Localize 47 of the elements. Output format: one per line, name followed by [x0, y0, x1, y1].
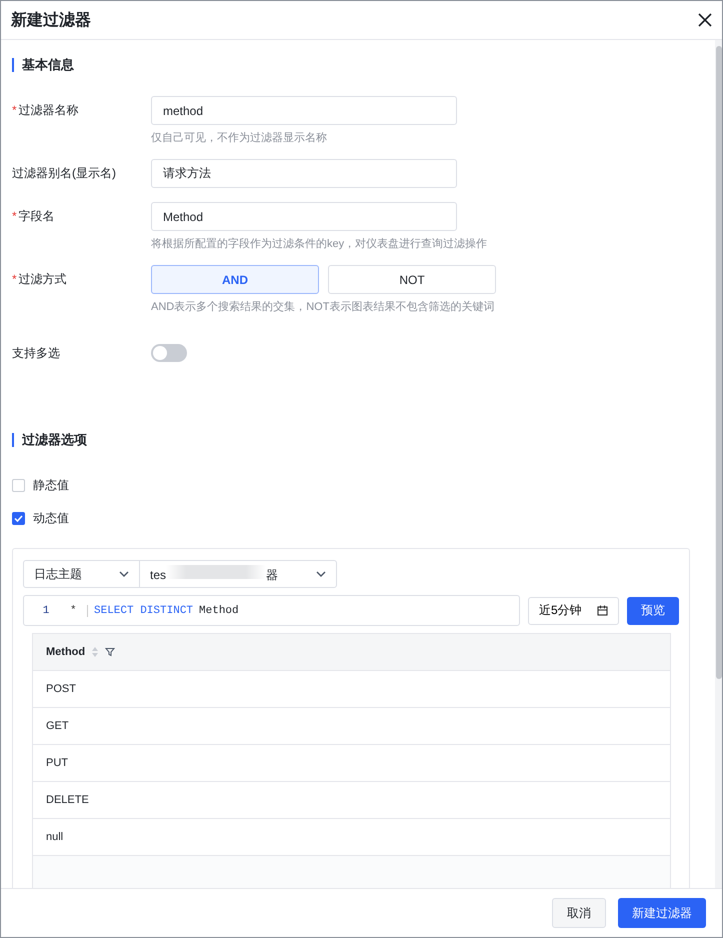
section-title: 过滤器选项: [22, 431, 87, 449]
field-label: 过滤方式: [18, 270, 67, 288]
create-button[interactable]: 新建过滤器: [618, 898, 706, 928]
table-cell: DELETE: [46, 794, 89, 806]
dropdown[interactable]: tes 器: [140, 561, 336, 587]
hint-text: 将根据所配置的字段作为过滤条件的key，对仪表盘进行查询过滤操作: [151, 236, 488, 250]
filter-icon[interactable]: [105, 647, 116, 657]
preview-button[interactable]: 预览: [627, 596, 679, 624]
caret-icon: [119, 571, 129, 577]
line-number: 1: [42, 604, 50, 616]
table-cell: null: [46, 831, 64, 843]
checkbox-label: 静态值: [33, 476, 69, 494]
close-icon[interactable]: [698, 13, 712, 27]
dialog-title: 新建过滤器: [11, 10, 91, 30]
cancel-button[interactable]: 取消: [552, 898, 606, 928]
field-label: 过滤器名称: [18, 102, 79, 118]
text-field[interactable]: method: [151, 96, 457, 125]
toggle-switch[interactable]: [151, 344, 187, 362]
calendar-icon: [597, 605, 608, 616]
prompt-mark: *: [68, 604, 88, 616]
field-label: 字段名: [18, 208, 55, 224]
section-title: 基本信息: [22, 56, 74, 74]
scrollbar[interactable]: [715, 40, 722, 888]
time-range-picker[interactable]: 近5分钟: [528, 596, 619, 624]
dropdown[interactable]: 日志主题: [24, 561, 140, 587]
checkbox-label: 动态值: [33, 510, 69, 526]
text-field[interactable]: 请求方法: [151, 159, 457, 188]
text-field[interactable]: Method: [151, 202, 457, 231]
field-label: 过滤器别名(显示名): [12, 164, 116, 182]
required-mark: *: [12, 272, 17, 286]
option-button[interactable]: NOT: [328, 265, 496, 294]
required-mark: *: [12, 209, 17, 223]
required-mark: *: [12, 103, 17, 117]
hint-text: AND表示多个搜索结果的交集，NOT表示图表结果不包含筛选的关键词: [151, 300, 496, 313]
checkbox[interactable]: [12, 512, 25, 524]
sql-field: Method: [199, 604, 239, 616]
sql-keyword: SELECT DISTINCT: [94, 604, 194, 616]
caret-icon: [316, 571, 326, 577]
field-label: 支持多选: [12, 344, 60, 362]
sort-icon[interactable]: [91, 646, 100, 658]
table-cell: PUT: [46, 757, 68, 769]
column-header: Method: [46, 646, 86, 658]
option-button[interactable]: AND: [151, 265, 319, 294]
query-editor[interactable]: 1 * SELECT DISTINCT Method: [23, 595, 520, 626]
table-cell: POST: [46, 683, 76, 695]
hint-text: 仅自己可见，不作为过滤器显示名称: [151, 131, 328, 144]
table-cell: GET: [46, 720, 69, 732]
